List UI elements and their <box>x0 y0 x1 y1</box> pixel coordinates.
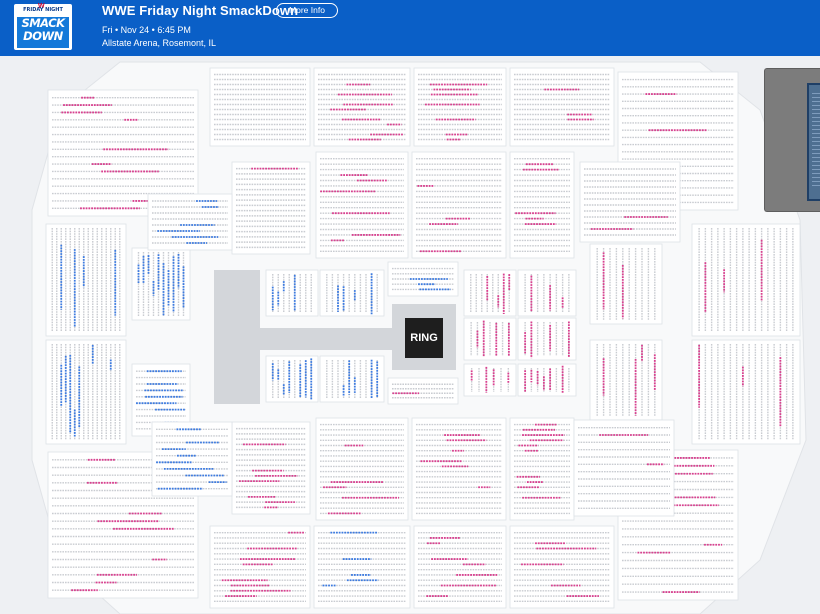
seat-section-15[interactable] <box>509 417 575 521</box>
logo-wordmark: SMACK DOWN <box>17 17 69 48</box>
seat-section-4[interactable] <box>509 67 615 147</box>
seat-section-27[interactable] <box>589 243 663 325</box>
seat-section-31[interactable] <box>579 161 681 243</box>
seat-section-13[interactable] <box>315 417 409 521</box>
seat-section-12[interactable] <box>509 525 615 609</box>
more-info-button[interactable]: More Info <box>276 3 338 18</box>
seat-section-28[interactable] <box>589 339 663 421</box>
seat-section-42[interactable] <box>517 317 577 361</box>
seat-section-10[interactable] <box>313 525 411 609</box>
floor-entrance-ramp <box>260 328 392 350</box>
seat-section-38[interactable] <box>387 377 459 405</box>
seat-section-18[interactable] <box>45 339 127 445</box>
logo-top-text: FRIDAY NIGHT <box>23 7 63 13</box>
event-date-time: Fri • Nov 24 • 6:45 PM <box>102 25 191 35</box>
seat-section-11[interactable] <box>413 525 507 609</box>
seat-section-6[interactable] <box>411 151 507 259</box>
seat-section-1[interactable] <box>209 67 311 147</box>
seat-section-8[interactable] <box>231 161 311 255</box>
seat-section-23[interactable] <box>147 193 233 251</box>
ring-label: RING <box>405 318 443 358</box>
event-title: WWE Friday Night SmackDown <box>102 3 299 18</box>
seat-section-7[interactable] <box>509 151 575 259</box>
seat-section-41[interactable] <box>463 317 517 361</box>
seat-section-36[interactable] <box>319 355 385 403</box>
seat-section-9[interactable] <box>209 525 311 609</box>
seat-section-39[interactable] <box>463 269 517 317</box>
floor-stage-runway <box>214 270 260 404</box>
seat-section-17[interactable] <box>45 223 127 337</box>
venue-minimap-thumbnail[interactable] <box>764 68 820 212</box>
seat-section-26[interactable] <box>691 339 801 445</box>
seat-section-21[interactable] <box>131 247 191 321</box>
seat-section-35[interactable] <box>265 355 319 403</box>
seat-section-16[interactable] <box>231 421 311 515</box>
smackdown-logo: W FRIDAY NIGHT SMACK DOWN <box>14 3 72 50</box>
seat-map[interactable]: RING <box>0 56 820 614</box>
seat-section-32[interactable] <box>573 419 675 517</box>
seat-section-37[interactable] <box>387 261 459 297</box>
seat-section-43[interactable] <box>463 363 517 397</box>
seat-section-33[interactable] <box>265 269 319 317</box>
seat-section-14[interactable] <box>411 417 507 521</box>
seat-section-24[interactable] <box>151 421 233 497</box>
seat-section-34[interactable] <box>319 269 385 317</box>
seat-section-25[interactable] <box>691 223 801 337</box>
seat-section-2[interactable] <box>313 67 411 147</box>
seat-section-44[interactable] <box>517 363 577 397</box>
seat-section-40[interactable] <box>517 269 577 317</box>
event-header: W FRIDAY NIGHT SMACK DOWN WWE Friday Nig… <box>0 0 820 56</box>
seat-section-3[interactable] <box>413 67 507 147</box>
minimap-viewport <box>807 83 820 201</box>
seat-section-5[interactable] <box>315 151 409 259</box>
logo-text-2: DOWN <box>23 29 63 43</box>
event-venue: Allstate Arena, Rosemont, IL <box>102 38 217 48</box>
